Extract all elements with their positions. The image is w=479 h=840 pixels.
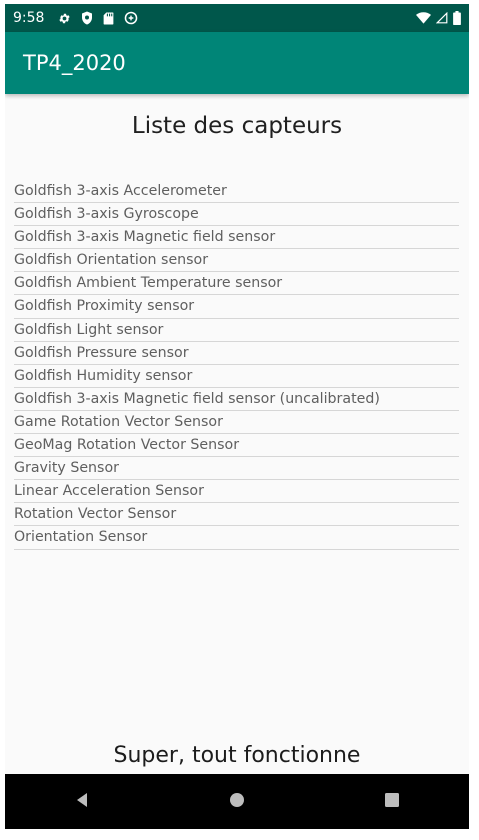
back-button[interactable] [52, 782, 112, 822]
nav-bar [5, 774, 469, 829]
list-item[interactable]: Goldfish Humidity sensor [14, 365, 459, 388]
list-item[interactable]: Goldfish Pressure sensor [14, 342, 459, 365]
list-item[interactable]: Goldfish 3-axis Accelerometer [14, 180, 459, 204]
shield-icon [81, 11, 93, 25]
app-bar: TP4_2020 [5, 32, 469, 94]
recents-button[interactable] [362, 782, 422, 822]
sd-card-icon [103, 12, 114, 25]
main-content: Liste des capteurs Goldfish 3-axis Accel… [5, 111, 469, 791]
page-title: Liste des capteurs [131, 113, 343, 139]
signal-icon [436, 12, 448, 24]
back-icon [74, 792, 90, 812]
list-item[interactable]: Goldfish Light sensor [14, 319, 459, 342]
list-item[interactable]: Goldfish Proximity sensor [14, 295, 459, 319]
list-item[interactable]: Orientation Sensor [14, 526, 459, 550]
list-item[interactable]: Linear Acceleration Sensor [14, 480, 459, 504]
recents-icon [384, 792, 400, 812]
list-item[interactable]: Goldfish 3-axis Magnetic field sensor [14, 226, 459, 250]
list-item[interactable]: Goldfish 3-axis Magnetic field sensor (u… [14, 388, 459, 411]
list-item[interactable]: Goldfish Ambient Temperature sensor [14, 272, 459, 296]
battery-icon [453, 11, 461, 25]
list-item[interactable]: Rotation Vector Sensor [14, 503, 459, 527]
wifi-icon [416, 12, 431, 24]
status-message: Super, tout fonctionne [113, 743, 361, 768]
data-saver-icon [124, 11, 138, 25]
list-item[interactable]: GeoMag Rotation Vector Sensor [14, 434, 459, 458]
app-window: 9:58 TP4_2020 Liste des capteurs Goldfis… [5, 4, 469, 829]
home-button[interactable] [207, 782, 267, 822]
status-bar: 9:58 [5, 4, 469, 32]
list-item[interactable]: Gravity Sensor [14, 457, 459, 481]
status-time: 9:58 [13, 10, 45, 26]
app-title: TP4_2020 [23, 51, 126, 75]
settings-icon [58, 12, 71, 25]
sensor-list: Goldfish 3-axis Accelerometer Goldfish 3-… [14, 180, 459, 550]
list-item[interactable]: Game Rotation Vector Sensor [14, 411, 459, 435]
list-item[interactable]: Goldfish Orientation sensor [14, 249, 459, 273]
home-icon [229, 792, 245, 812]
list-item[interactable]: Goldfish 3-axis Gyroscope [14, 203, 459, 227]
